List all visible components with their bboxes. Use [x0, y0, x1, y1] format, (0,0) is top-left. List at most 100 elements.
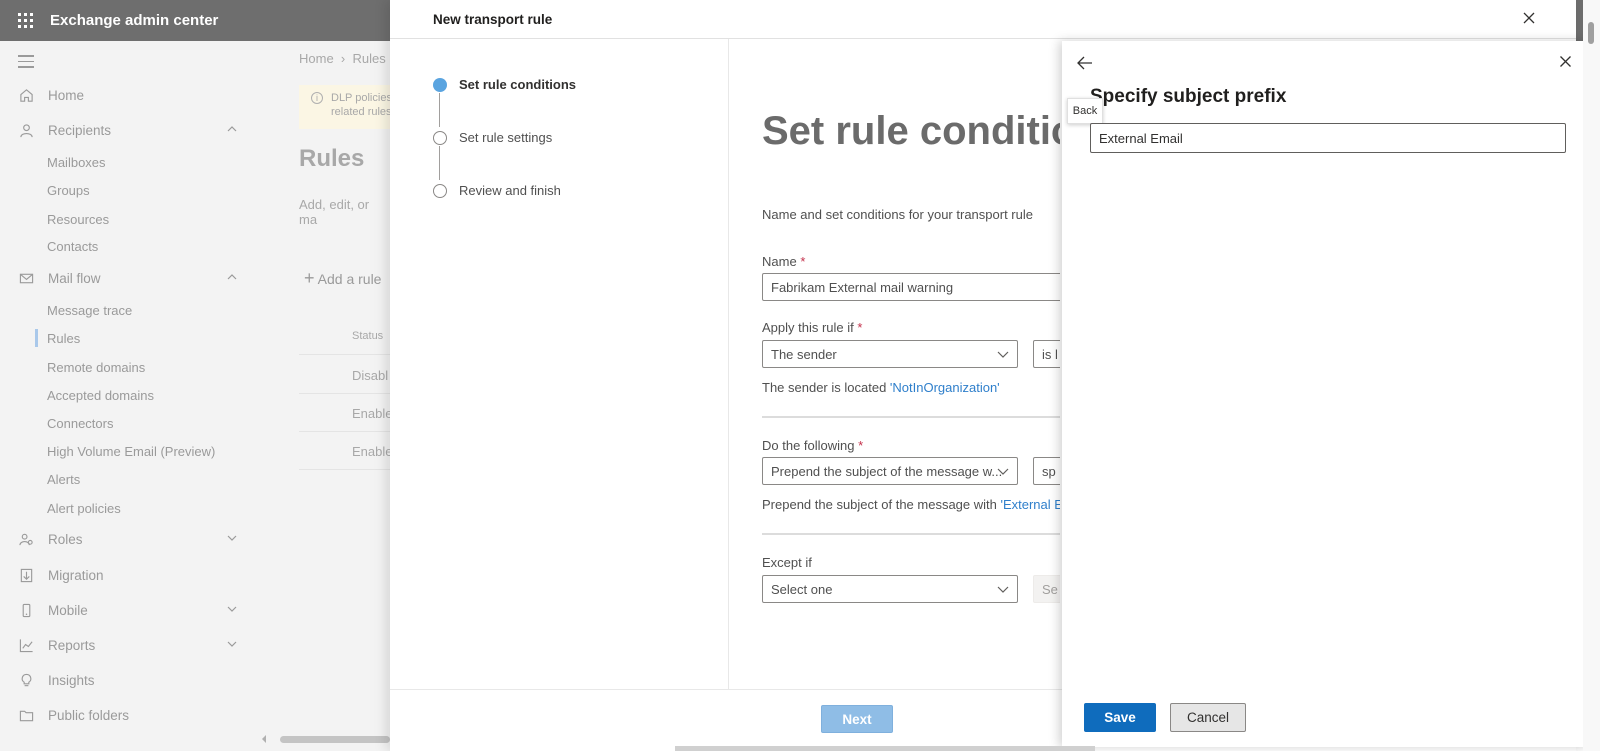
chevron-down-icon[interactable]: [226, 603, 238, 618]
add-rule-button[interactable]: + Add a rule: [304, 268, 381, 289]
external-email-link[interactable]: 'External Er: [1000, 497, 1060, 512]
hamburger-icon[interactable]: [18, 55, 34, 72]
migration-icon: [18, 567, 34, 583]
chevron-up-icon[interactable]: [226, 123, 238, 138]
nav-item-home[interactable]: Home: [0, 81, 256, 109]
scrollbar-thumb[interactable]: [1588, 22, 1594, 44]
nav-sub-alerts[interactable]: Alerts: [47, 472, 80, 487]
mobile-icon: [18, 602, 34, 618]
vertical-scrollbar[interactable]: [1583, 0, 1600, 751]
nav-sub-connectors[interactable]: Connectors: [47, 416, 113, 431]
step-review-and-finish[interactable]: Review and finish: [433, 183, 561, 198]
apply-label-text: Apply this rule if: [762, 320, 854, 335]
nav-label: Insights: [48, 672, 95, 688]
panel-title: New transport rule: [433, 12, 553, 27]
name-label: Name *: [762, 254, 805, 269]
flyout-title: Specify subject prefix: [1090, 86, 1287, 107]
step-connector: [439, 93, 440, 127]
form-subtext: Name and set conditions for your transpo…: [762, 207, 1033, 222]
apply-condition-sub-select[interactable]: is l: [1033, 340, 1060, 368]
nav-item-insights[interactable]: Insights: [0, 666, 256, 694]
nav-sub-accepted-domains[interactable]: Accepted domains: [47, 388, 154, 403]
apply-condition-select[interactable]: The sender: [762, 340, 1018, 368]
nav-item-mail-flow[interactable]: Mail flow: [0, 264, 256, 292]
action-sub-select[interactable]: sp: [1033, 457, 1060, 485]
back-button[interactable]: [1076, 55, 1094, 71]
required-mark: *: [858, 438, 864, 453]
table-row-status[interactable]: Disabl: [352, 368, 388, 383]
nav-sub-rules[interactable]: Rules: [47, 331, 80, 346]
nav-sub-mailboxes[interactable]: Mailboxes: [47, 155, 106, 170]
nav-label: Mail flow: [48, 270, 101, 286]
nav-item-reports[interactable]: Reports: [0, 631, 256, 659]
breadcrumb-home[interactable]: Home: [299, 51, 334, 66]
scrollbar-thumb[interactable]: [280, 736, 390, 743]
nav-label: Recipients: [48, 122, 112, 138]
step-label: Set rule conditions: [459, 77, 577, 92]
nav-label: Reports: [48, 637, 96, 653]
folder-icon: [18, 707, 34, 723]
info-banner: i DLP policies related rules: [299, 85, 390, 129]
do-following-label: Do the following *: [762, 438, 863, 453]
nav-sub-contacts[interactable]: Contacts: [47, 239, 98, 254]
save-button[interactable]: Save: [1084, 703, 1156, 732]
chevron-down-icon: [997, 586, 1009, 593]
step-set-rule-conditions[interactable]: Set rule conditions: [433, 77, 576, 92]
app-launcher-button[interactable]: [0, 0, 50, 41]
nav-sub-high-volume-email[interactable]: High Volume Email (Preview): [47, 444, 215, 459]
select-value: The sender: [771, 347, 837, 362]
not-in-organization-link[interactable]: 'NotInOrganization': [890, 380, 1000, 395]
exception-select[interactable]: Select one: [762, 575, 1018, 603]
back-tooltip: Back: [1067, 98, 1103, 124]
chevron-down-icon[interactable]: [226, 532, 238, 547]
plus-icon: +: [304, 268, 315, 288]
subject-prefix-input[interactable]: [1090, 123, 1566, 153]
table-row-status[interactable]: Enable: [352, 444, 390, 459]
nav-sub-groups[interactable]: Groups: [47, 183, 90, 198]
home-icon: [18, 87, 34, 103]
scroll-left-icon[interactable]: [259, 734, 269, 744]
action-select[interactable]: Prepend the subject of the message w...: [762, 457, 1018, 485]
chevron-down-icon[interactable]: [226, 638, 238, 653]
reports-icon: [18, 637, 34, 653]
cancel-button[interactable]: Cancel: [1170, 703, 1246, 732]
close-icon[interactable]: [1559, 55, 1574, 70]
nav-sub-alert-policies[interactable]: Alert policies: [47, 501, 121, 516]
close-icon[interactable]: [1522, 11, 1538, 27]
do-label-text: Do the following: [762, 438, 855, 453]
apply-condition-note: The sender is located 'NotInOrganization…: [762, 380, 1000, 395]
breadcrumb: Home › Rules: [299, 51, 386, 66]
table-row-status[interactable]: Enable: [352, 406, 390, 421]
nav-item-roles[interactable]: Roles: [0, 525, 256, 553]
nav-item-mobile[interactable]: Mobile: [0, 596, 256, 624]
required-mark: *: [800, 254, 806, 269]
step-set-rule-settings[interactable]: Set rule settings: [433, 130, 552, 145]
nav-item-recipients[interactable]: Recipients: [0, 116, 256, 144]
nav-label: Mobile: [48, 602, 88, 618]
page-description: Add, edit, or ma: [299, 197, 370, 227]
chevron-right-icon: ›: [337, 51, 353, 66]
chevron-up-icon[interactable]: [226, 271, 238, 286]
form-heading: Set rule conditio: [762, 109, 1060, 153]
wizard-steps: Set rule conditions Set rule settings Re…: [390, 39, 729, 689]
select-value: Select one: [771, 582, 833, 597]
nav-sub-resources[interactable]: Resources: [47, 212, 109, 227]
active-indicator: [35, 329, 38, 347]
person-icon: [18, 122, 34, 138]
app-title: Exchange admin center: [50, 12, 219, 29]
rule-name-input[interactable]: Fabrikam External mail warning: [762, 273, 1060, 301]
step-label: Set rule settings: [459, 130, 553, 145]
step-label: Review and finish: [459, 183, 561, 198]
next-button[interactable]: Next: [821, 705, 893, 733]
horizontal-scrollbar[interactable]: [256, 734, 390, 744]
chevron-down-icon: [997, 351, 1009, 358]
column-header-status[interactable]: Status: [352, 330, 383, 342]
nav-sub-message-trace[interactable]: Message trace: [47, 303, 132, 318]
nav-item-public-folders[interactable]: Public folders: [0, 701, 256, 729]
divider: [299, 431, 390, 432]
nav-sub-remote-domains[interactable]: Remote domains: [47, 360, 145, 375]
divider: [299, 393, 390, 394]
name-label-text: Name: [762, 254, 797, 269]
required-mark: *: [857, 320, 863, 335]
nav-item-migration[interactable]: Migration: [0, 561, 256, 589]
